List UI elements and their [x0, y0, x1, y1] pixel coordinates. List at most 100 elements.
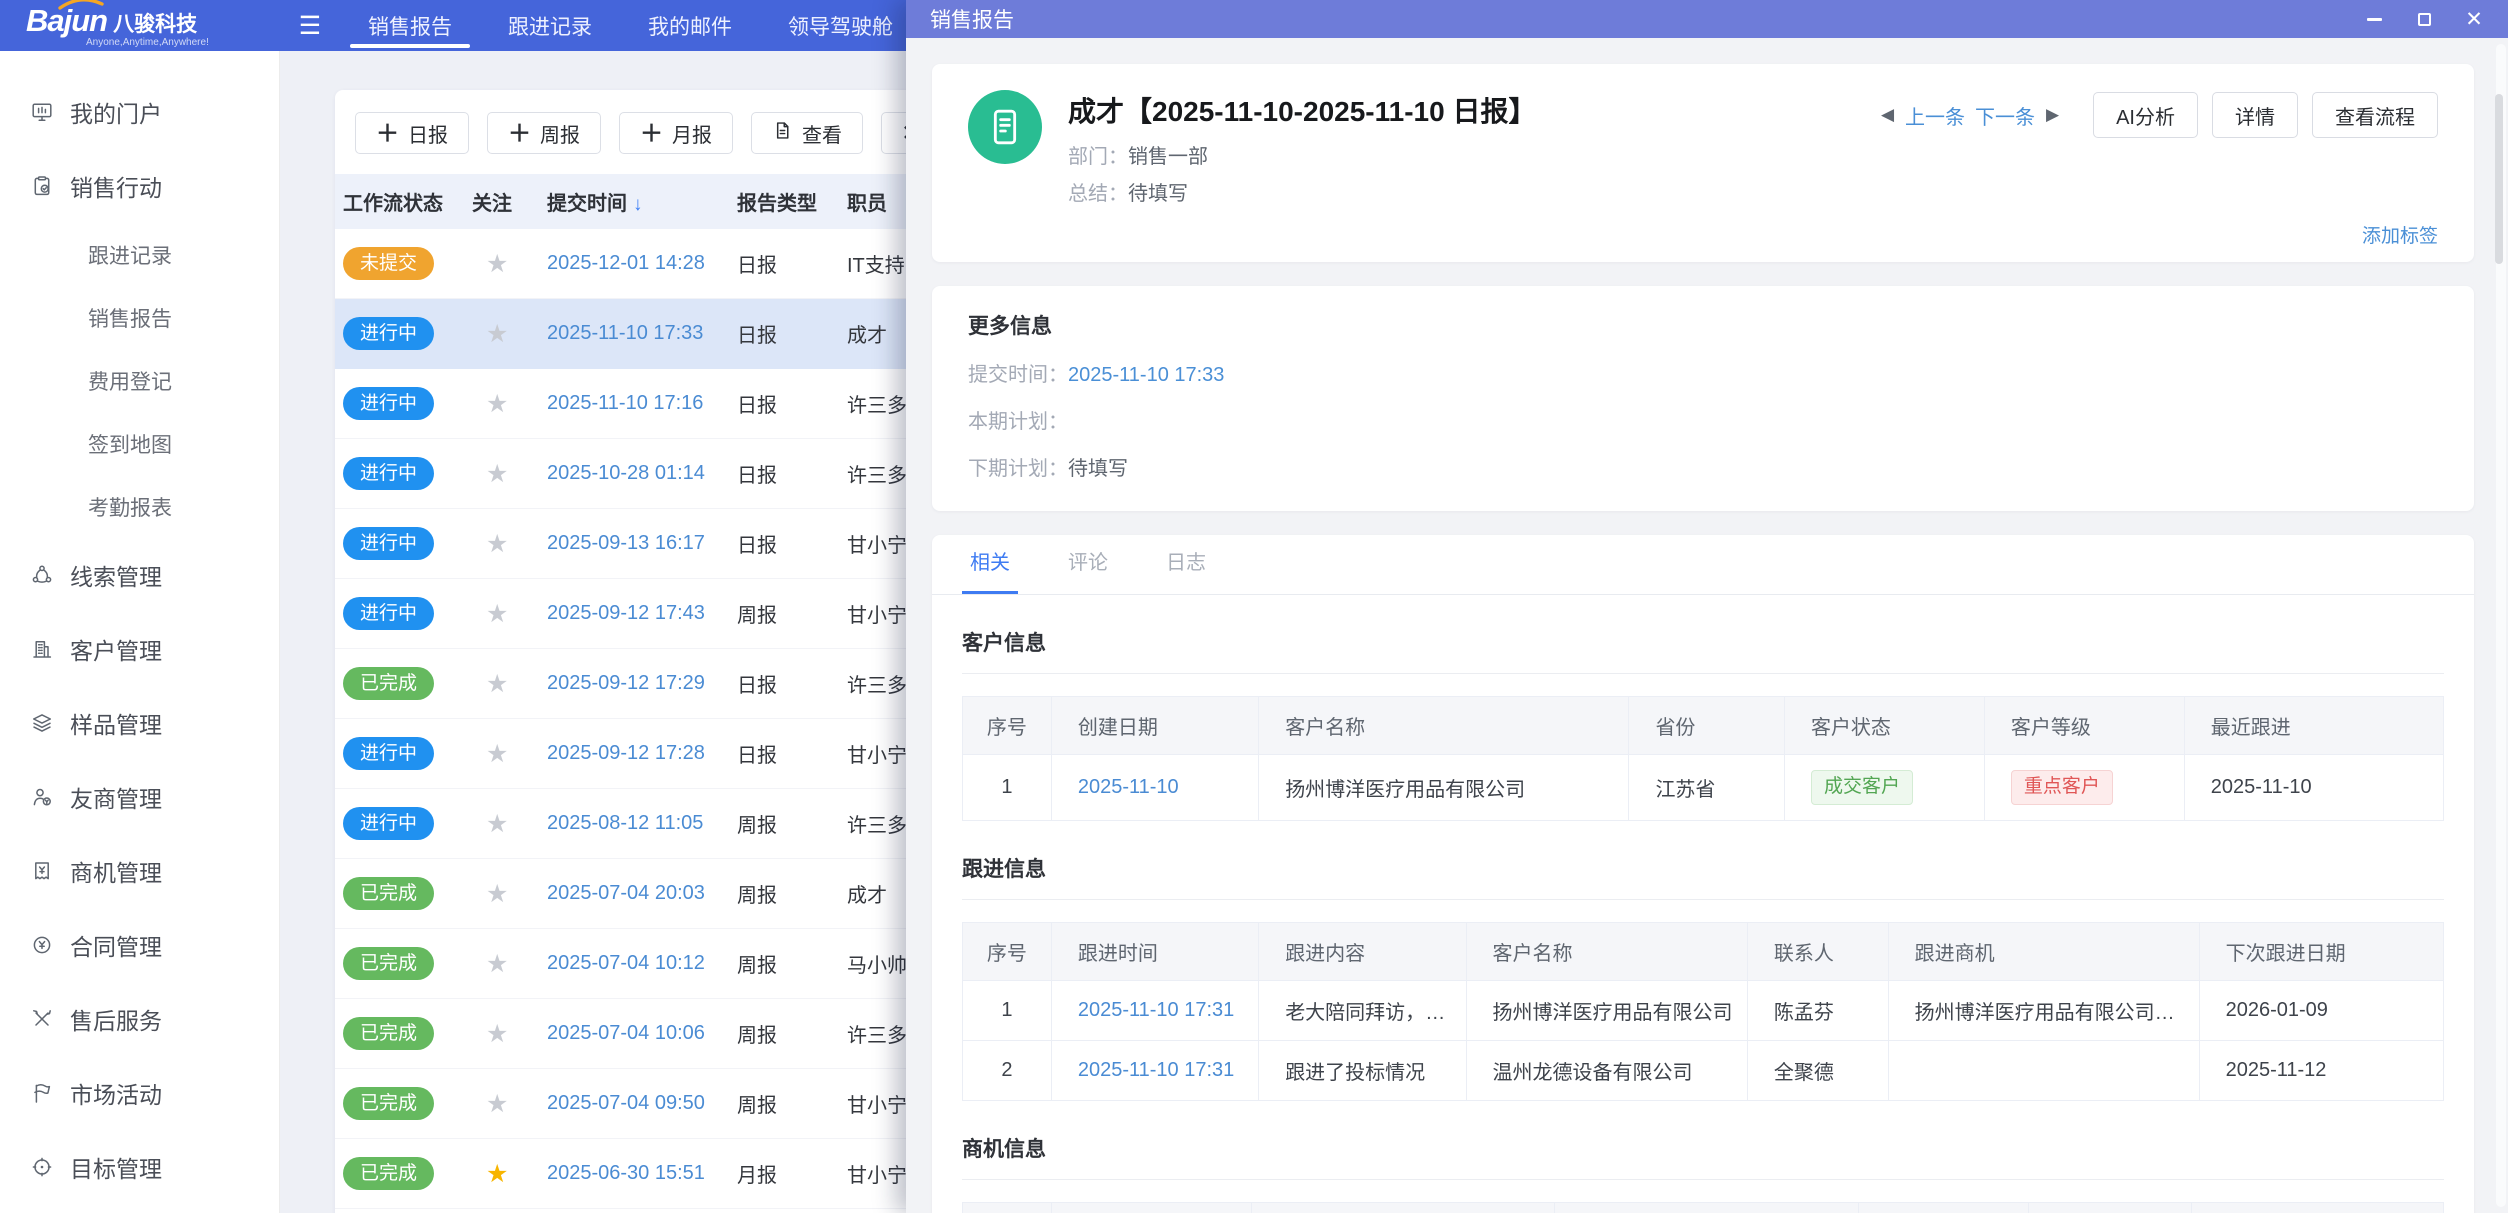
hamburger-menu-icon[interactable]: ☰ [280, 0, 340, 51]
sidebar-item-customers[interactable]: 客户管理 [0, 612, 279, 686]
sidebar-subitem-sales-reports[interactable]: 销售报告 [0, 286, 279, 349]
monthly-button[interactable]: ＋月报 [619, 112, 733, 154]
sidebar-item-samples[interactable]: 样品管理 [0, 686, 279, 760]
brand-tagline: Anyone,Anytime,Anywhere! [86, 37, 280, 48]
star-icon[interactable]: ★ [486, 460, 508, 488]
star-icon[interactable]: ★ [486, 740, 508, 768]
favorite-cell: ★ [472, 1159, 547, 1189]
submit-time-link[interactable]: 2025-09-12 17:29 [547, 672, 705, 694]
more-info-title: 更多信息 [968, 310, 2438, 340]
submit-time-link[interactable]: 2025-09-12 17:43 [547, 602, 705, 624]
submit-time-link[interactable]: 2025-07-04 20:03 [547, 882, 705, 904]
cell-link[interactable]: 2025-11-10 [1078, 776, 1179, 798]
cell-link[interactable]: 2025-11-10 17:31 [1078, 999, 1234, 1021]
sidebar-subitem-expense-register[interactable]: 费用登记 [0, 349, 279, 412]
details-button[interactable]: 详情 [2212, 92, 2298, 138]
sidebar-item-leads[interactable]: 线索管理 [0, 538, 279, 612]
sidebar-subitem-checkin-map[interactable]: 签到地图 [0, 412, 279, 475]
nav-item-my-mail[interactable]: 我的邮件 [620, 0, 760, 51]
submit-time-link[interactable]: 2025-06-30 15:51 [547, 1162, 705, 1184]
clipboard-check-icon [30, 174, 54, 198]
yen-circle-icon [30, 933, 54, 957]
column-header: 客户名称 [1259, 697, 1629, 755]
table-cell: 扬州博洋医疗用品有限公司 [1466, 980, 1747, 1040]
star-icon[interactable]: ★ [486, 880, 508, 908]
table-row: 12025-11-10扬州博洋医疗用品有限公司江苏省成交客户重点客户2025-1… [963, 755, 2444, 821]
sidebar-item-my-portal[interactable]: 我的门户 [0, 75, 279, 149]
sidebar-item-goals[interactable]: 目标管理 [0, 1130, 279, 1204]
report-type-cell: 周报 [737, 949, 847, 978]
daily-button[interactable]: ＋日报 [355, 112, 469, 154]
cell-link[interactable]: 2025-11-10 17:31 [1078, 1059, 1234, 1081]
sidebar-item-opportunities[interactable]: 商机管理 [0, 834, 279, 908]
submit-time-link[interactable]: 2025-07-04 10:12 [547, 952, 705, 974]
sidebar-item-partners[interactable]: 友商管理 [0, 760, 279, 834]
tab-comments[interactable]: 评论 [1060, 535, 1116, 594]
sidebar-subitem-follow-records[interactable]: 跟进记录 [0, 223, 279, 286]
view-button[interactable]: 查看 [751, 112, 863, 154]
submit-time-link[interactable]: 2025-07-04 09:50 [547, 1092, 705, 1114]
sidebar-item-marketing[interactable]: 市场活动 [0, 1056, 279, 1130]
next-record-link[interactable]: 下一条 [1975, 101, 2035, 130]
submit-time-link[interactable]: 2025-12-01 14:28 [547, 252, 705, 274]
star-icon[interactable]: ★ [486, 670, 508, 698]
status-cell: 进行中 [343, 387, 472, 420]
submit-time-cell: 2025-11-10 17:33 [547, 322, 737, 345]
detail-scrollbar-thumb[interactable] [2495, 94, 2503, 264]
button-label: 查看 [802, 119, 842, 148]
prev-arrow-icon[interactable]: ◀ [1881, 105, 1894, 125]
star-icon[interactable]: ★ [486, 250, 508, 278]
detail-scrollbar[interactable] [2496, 44, 2506, 1207]
nav-item-follow-record[interactable]: 跟进记录 [480, 0, 620, 51]
submit-time-link[interactable]: 2025-07-04 10:06 [547, 1022, 705, 1044]
submit-time-link[interactable]: 2025-09-12 17:28 [547, 742, 705, 764]
table-cell: 2025-11-10 [2184, 755, 2443, 821]
table-cell: 陈孟芬 [1747, 980, 1888, 1040]
star-icon[interactable]: ★ [486, 390, 508, 418]
ai-analysis-button[interactable]: AI分析 [2093, 92, 2198, 138]
tab-related[interactable]: 相关 [962, 535, 1018, 594]
prev-record-link[interactable]: 上一条 [1905, 101, 1965, 130]
sidebar-item-contracts[interactable]: 合同管理 [0, 908, 279, 982]
sidebar-subitem-attendance-report[interactable]: 考勤报表 [0, 475, 279, 538]
minimize-icon[interactable] [2364, 9, 2384, 29]
submit-time-cell: 2025-07-04 10:06 [547, 1022, 737, 1045]
table-cell: 2025-11-12 [2199, 1040, 2443, 1100]
sidebar-item-sales-action[interactable]: 销售行动 [0, 149, 279, 223]
sort-desc-icon[interactable]: ↓ [633, 194, 643, 215]
star-icon[interactable]: ★ [486, 1090, 508, 1118]
submit-time-link[interactable]: 2025-09-13 16:17 [547, 532, 705, 554]
status-cell: 进行中 [343, 457, 472, 490]
table-header-row: 序号创建日期客户名称省份客户状态客户等级最近跟进 [963, 697, 2444, 755]
status-cell: 进行中 [343, 597, 472, 630]
star-icon[interactable]: ★ [486, 1160, 508, 1188]
nav-item-leader-cockpit[interactable]: 领导驾驶舱 [760, 0, 921, 51]
star-icon[interactable]: ★ [486, 950, 508, 978]
maximize-icon[interactable] [2414, 9, 2434, 29]
tab-logs[interactable]: 日志 [1158, 535, 1214, 594]
star-icon[interactable]: ★ [486, 810, 508, 838]
star-icon[interactable]: ★ [486, 1020, 508, 1048]
star-icon[interactable]: ★ [486, 600, 508, 628]
submit-time-link[interactable]: 2025-11-10 17:33 [547, 322, 703, 344]
status-cell: 进行中 [343, 737, 472, 770]
star-icon[interactable]: ★ [486, 320, 508, 348]
badge-green: 成交客户 [1811, 770, 1913, 805]
next-arrow-icon[interactable]: ▶ [2046, 105, 2059, 125]
star-icon[interactable]: ★ [486, 530, 508, 558]
sidebar-item-after-sales[interactable]: 售后服务 [0, 982, 279, 1056]
sidebar-item-bi[interactable]: BI分析 [0, 1204, 279, 1213]
add-tag-link[interactable]: 添加标签 [2362, 221, 2438, 248]
submit-time-link[interactable]: 2025-11-10 17:16 [547, 392, 703, 414]
leads-icon [30, 563, 54, 587]
submit-time-link[interactable]: 2025-10-28 01:14 [547, 462, 705, 484]
weekly-button[interactable]: ＋周报 [487, 112, 601, 154]
nav-item-sales-report[interactable]: 销售报告 [340, 0, 480, 51]
submit-time-link[interactable]: 2025-08-12 11:05 [547, 812, 703, 834]
submit-time-cell: 2025-09-12 17:43 [547, 602, 737, 625]
close-icon[interactable]: ✕ [2464, 9, 2484, 29]
column-header: 下次跟进日期 [2199, 922, 2443, 980]
more-info-value-link[interactable]: 2025-11-10 17:33 [1068, 364, 1224, 386]
view-flow-button[interactable]: 查看流程 [2312, 92, 2438, 138]
status-cell: 已完成 [343, 1087, 472, 1120]
